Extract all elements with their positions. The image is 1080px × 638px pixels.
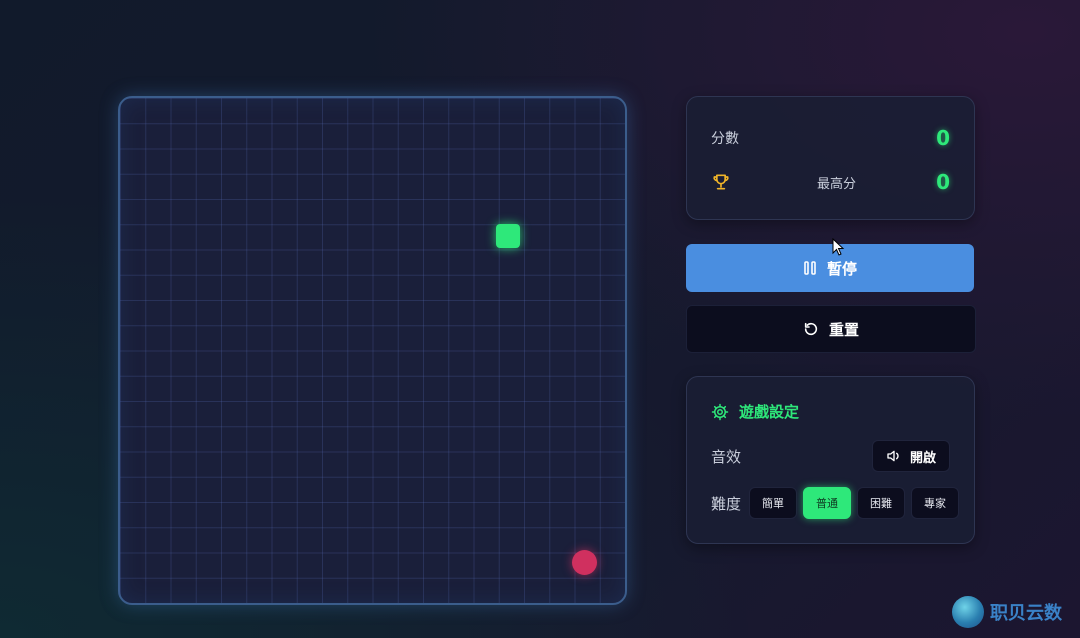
sound-row: 音效 開啟 [711, 440, 950, 472]
difficulty-hard[interactable]: 困難 [857, 487, 906, 519]
reset-label: 重置 [828, 320, 859, 339]
watermark-text: 职贝云数 [990, 603, 1062, 624]
speaker-icon [887, 450, 899, 462]
gear-icon [711, 403, 729, 420]
trophy-icon [713, 174, 729, 190]
mouse-cursor-icon [832, 238, 845, 256]
best-score-row: 最高分 0 [711, 167, 950, 197]
difficulty-expert[interactable]: 專家 [911, 487, 960, 519]
pause-icon [804, 261, 816, 275]
difficulty-easy[interactable]: 簡單 [749, 487, 798, 519]
sound-label: 音效 [711, 447, 742, 466]
pause-label: 暫停 [826, 259, 857, 278]
food-item [572, 550, 597, 575]
pause-button[interactable]: 暫停 [686, 244, 974, 292]
game-board[interactable] [118, 96, 627, 605]
snake-segment [496, 224, 520, 248]
difficulty-label: 難度 [711, 494, 742, 513]
best-score-value: 0 [936, 170, 950, 194]
score-label: 分數 [711, 131, 739, 147]
watermark-logo-icon [952, 596, 984, 628]
score-row: 分數 0 [711, 123, 950, 153]
score-panel: 分數 0 最高分 0 [686, 96, 975, 220]
reset-button[interactable]: 重置 [686, 305, 976, 353]
difficulty-normal[interactable]: 普通 [803, 487, 852, 519]
settings-title-text: 遊戲設定 [739, 403, 800, 421]
score-value: 0 [936, 126, 950, 150]
rotate-icon [804, 322, 818, 336]
difficulty-row: 難度 簡單 普通 困難 專家 [711, 487, 960, 519]
sound-state: 開啟 [909, 450, 936, 466]
watermark: 职贝云数 [952, 596, 1062, 628]
sound-toggle-button[interactable]: 開啟 [872, 440, 950, 472]
settings-title: 遊戲設定 [711, 401, 799, 422]
settings-panel: 遊戲設定 音效 開啟 難度 簡單 普通 困難 專家 [686, 376, 975, 544]
best-score-label: 最高分 [817, 176, 857, 192]
